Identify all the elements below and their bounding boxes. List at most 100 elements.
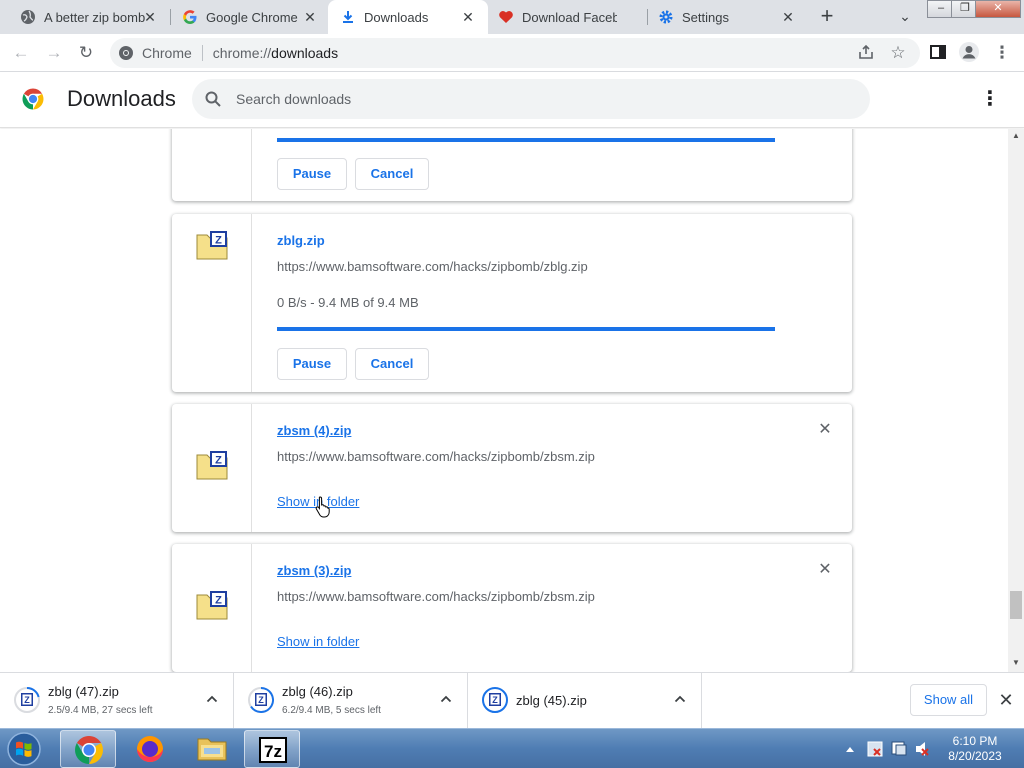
svg-text:Z: Z — [24, 695, 30, 705]
globe-icon — [20, 9, 36, 25]
show-in-folder-link[interactable]: Show in folder — [277, 634, 359, 649]
download-item: Pause Cancel — [172, 129, 852, 201]
download-icon — [340, 9, 356, 25]
tab-title: Download Facebo — [522, 9, 617, 25]
close-shelf-icon[interactable]: ✕ — [996, 690, 1016, 710]
download-item: Z zblg.zip https://www.bamsoftware.com/h… — [172, 214, 852, 392]
downloads-menu-icon[interactable]: ⋮ — [978, 88, 1002, 112]
tab-downloads[interactable]: Downloads ✕ — [328, 0, 488, 34]
taskbar-7zip-icon[interactable]: 7z — [244, 730, 300, 768]
close-tab-icon[interactable]: ✕ — [460, 9, 476, 25]
download-shelf: Z zblg (47).zip 2.5/9.4 MB, 27 secs left… — [0, 672, 1024, 729]
file-icon-column: Z — [172, 404, 252, 532]
svg-text:Z: Z — [492, 695, 498, 705]
search-icon — [204, 90, 222, 108]
shelf-file-name: zblg (45).zip — [516, 693, 587, 708]
search-box — [192, 79, 870, 119]
url-path: downloads — [271, 45, 339, 61]
tab-settings[interactable]: Settings ✕ — [648, 0, 808, 34]
file-name-link[interactable]: zbsm (3).zip — [277, 563, 351, 578]
search-downloads-input[interactable] — [236, 79, 836, 119]
tab-title: Downloads — [364, 9, 429, 25]
shelf-download-item[interactable]: Z zblg (45).zip — [468, 673, 702, 729]
chevron-up-icon[interactable] — [204, 691, 220, 707]
download-progress-bar — [277, 327, 775, 331]
windows-taskbar: 7z 6:10 PM 8/20/2023 — [0, 728, 1024, 768]
file-icon-column — [172, 129, 252, 201]
file-name-link[interactable]: zblg.zip — [277, 233, 325, 248]
taskbar-clock[interactable]: 6:10 PM 8/20/2023 — [940, 734, 1010, 764]
download-item: Z zbsm (4).zip https://www.bamsoftware.c… — [172, 404, 852, 532]
show-all-button[interactable]: Show all — [910, 684, 987, 716]
windows-start-button[interactable] — [4, 730, 44, 768]
zip-file-icon: Z — [196, 450, 228, 480]
page-title: Downloads — [67, 86, 176, 111]
back-arrow-icon[interactable]: ← — [10, 42, 32, 64]
shelf-download-item[interactable]: Z zblg (46).zip 6.2/9.4 MB, 5 secs left — [234, 673, 468, 729]
file-url[interactable]: https://www.bamsoftware.com/hacks/zipbom… — [277, 589, 595, 604]
pause-button[interactable]: Pause — [277, 158, 347, 190]
chrome-menu-icon[interactable]: ⋮ — [991, 42, 1013, 64]
zip-file-icon: Z — [196, 230, 228, 260]
file-name-link[interactable]: zbsm (4).zip — [277, 423, 351, 438]
tab-download-facebook[interactable]: Download Facebo — [488, 0, 648, 34]
remove-from-list-icon[interactable]: ✕ — [816, 421, 834, 439]
browser-toolbar: ← → ↻ Chrome chrome://downloads ☆ ⋮ — [0, 34, 1024, 72]
scroll-down-arrow-icon[interactable]: ▼ — [1008, 656, 1024, 670]
svg-text:7z: 7z — [264, 742, 282, 761]
tab-search-chevron-icon[interactable]: ⌄ — [895, 8, 915, 26]
vertical-scrollbar[interactable]: ▲ ▼ — [1008, 129, 1024, 672]
cancel-button[interactable]: Cancel — [355, 158, 429, 190]
site-label: Chrome — [142, 45, 192, 61]
side-panel-icon[interactable] — [927, 43, 949, 65]
pause-button[interactable]: Pause — [277, 348, 347, 380]
profile-avatar-icon[interactable] — [958, 41, 980, 63]
bookmark-star-icon[interactable]: ☆ — [887, 42, 909, 64]
heart-icon — [498, 9, 514, 25]
tab-google-chrome[interactable]: Google Chrome b ✕ — [162, 0, 330, 34]
reload-icon[interactable]: ↻ — [75, 42, 97, 64]
taskbar-chrome-icon[interactable] — [60, 730, 116, 768]
share-icon[interactable] — [855, 43, 877, 65]
zip-progress-icon: Z — [14, 687, 40, 713]
file-url[interactable]: https://www.bamsoftware.com/hacks/zipbom… — [277, 259, 588, 274]
cancel-button[interactable]: Cancel — [355, 348, 429, 380]
svg-text:Z: Z — [258, 695, 264, 705]
system-tray — [840, 729, 935, 768]
shelf-download-item[interactable]: Z zblg (47).zip 2.5/9.4 MB, 27 secs left — [0, 673, 234, 729]
scrollbar-thumb[interactable] — [1010, 591, 1022, 619]
chevron-up-icon[interactable] — [672, 691, 688, 707]
forward-arrow-icon[interactable]: → — [43, 42, 65, 64]
address-bar[interactable]: Chrome chrome://downloads — [110, 38, 920, 68]
download-status: 0 B/s - 9.4 MB of 9.4 MB — [277, 295, 419, 310]
google-icon — [182, 9, 198, 25]
download-progress-bar — [277, 138, 775, 142]
close-tab-icon[interactable]: ✕ — [302, 9, 318, 25]
file-icon-column: Z — [172, 544, 252, 672]
close-tab-icon[interactable]: ✕ — [780, 9, 796, 25]
zip-file-icon: Z — [196, 590, 228, 620]
file-icon-column: Z — [172, 214, 252, 392]
svg-text:Z: Z — [215, 455, 222, 467]
new-tab-button[interactable]: + — [815, 5, 839, 29]
chrome-logo-icon — [21, 87, 45, 111]
close-tab-icon[interactable]: ✕ — [142, 9, 158, 25]
zip-progress-icon: Z — [248, 687, 275, 713]
shelf-file-name: zblg (47).zip — [48, 684, 119, 699]
omnibox-divider — [201, 45, 203, 61]
svg-text:Z: Z — [215, 235, 222, 247]
svg-text:Z: Z — [215, 595, 222, 607]
url-scheme: chrome:// — [212, 45, 272, 61]
shelf-file-status: 6.2/9.4 MB, 5 secs left — [282, 705, 381, 716]
tab-zip-bomb[interactable]: A better zip bomb ✕ — [0, 0, 170, 34]
clock-date: 8/20/2023 — [948, 749, 1002, 763]
taskbar-firefox-icon[interactable] — [122, 730, 178, 768]
scroll-up-arrow-icon[interactable]: ▲ — [1008, 129, 1024, 143]
file-url[interactable]: https://www.bamsoftware.com/hacks/zipbom… — [277, 449, 595, 464]
shelf-file-name: zblg (46).zip — [282, 684, 353, 699]
tab-title: A better zip bomb — [44, 9, 146, 25]
chevron-up-icon[interactable] — [438, 691, 454, 707]
remove-from-list-icon[interactable]: ✕ — [816, 561, 834, 579]
taskbar-file-explorer-icon[interactable] — [184, 730, 240, 768]
close-window-button[interactable]: ✕ — [975, 0, 1021, 18]
